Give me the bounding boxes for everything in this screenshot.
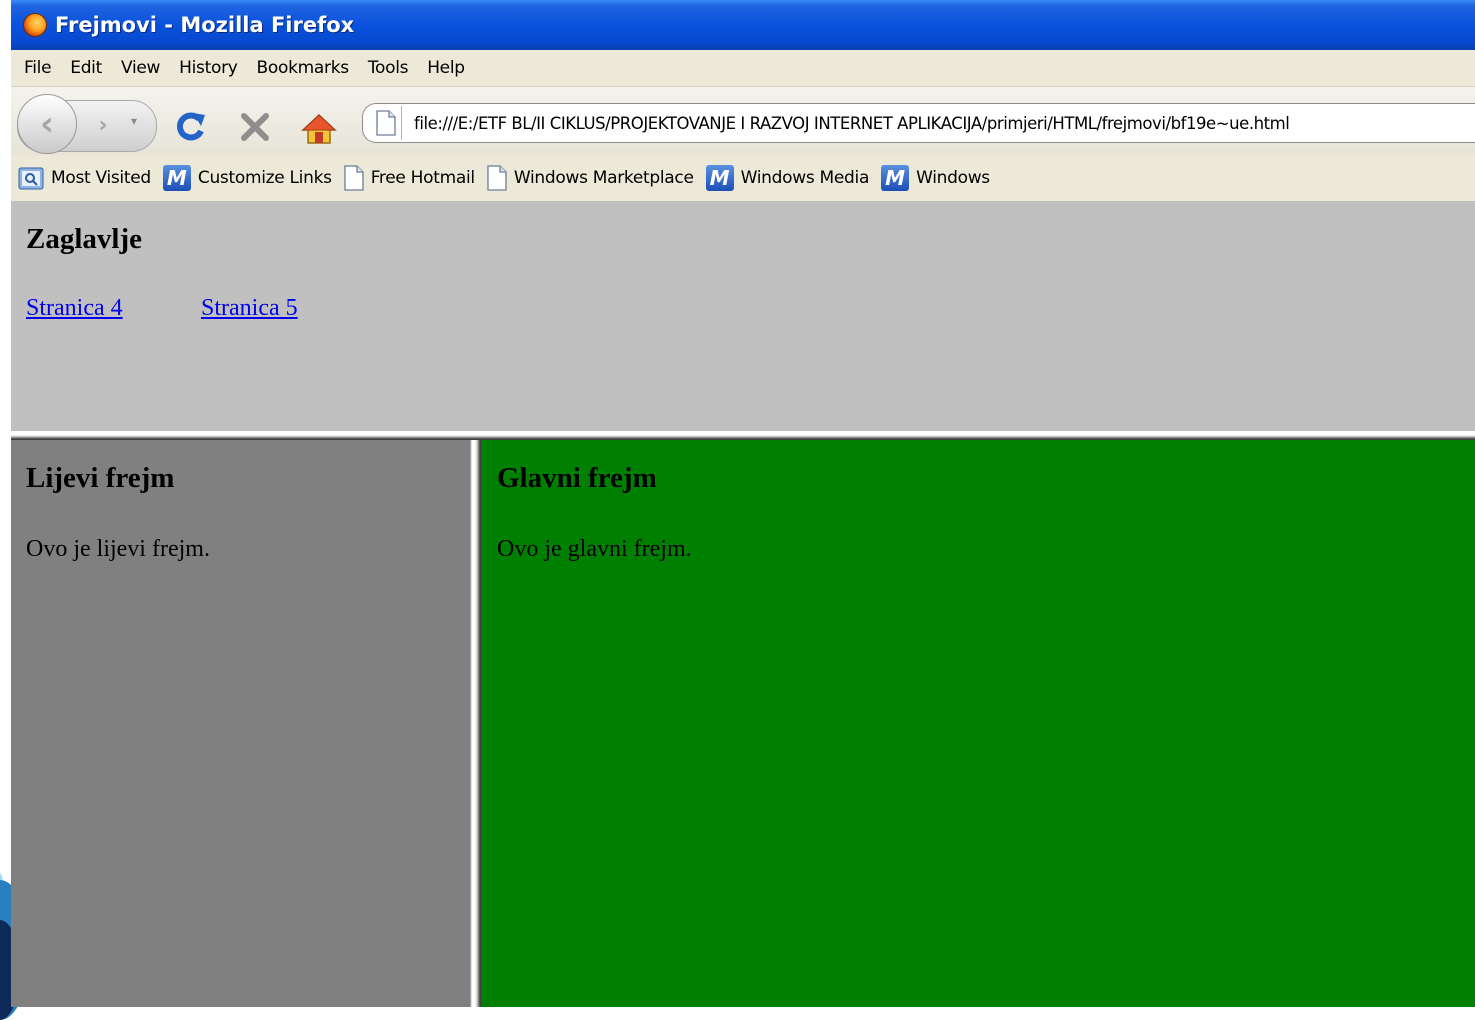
msn-icon: M (705, 165, 734, 191)
chevron-down-icon: ▾ (131, 114, 138, 128)
main-frame-text: Ovo je glavni frejm. (497, 536, 692, 562)
bookmark-label: Windows Media (740, 168, 870, 188)
page-icon (371, 106, 402, 140)
bookmark-label: Free Hotmail (370, 168, 475, 188)
most-visited-icon (18, 167, 44, 190)
bookmark-most-visited[interactable]: Most Visited (18, 165, 151, 191)
forward-arrow-icon: › (98, 112, 108, 138)
bookmark-label: Windows Marketplace (513, 168, 694, 188)
menu-bar: File Edit View History Bookmarks Tools H… (11, 50, 1475, 87)
menu-help[interactable]: Help (420, 58, 472, 78)
menu-view[interactable]: View (114, 58, 167, 78)
stop-icon (241, 113, 269, 141)
menu-file[interactable]: File (17, 58, 58, 78)
bookmark-windows[interactable]: M Windows (881, 165, 990, 191)
bookmark-windows-marketplace[interactable]: Windows Marketplace (487, 165, 694, 191)
link-stranica-4[interactable]: Stranica 4 (26, 295, 123, 322)
menu-bookmarks[interactable]: Bookmarks (250, 58, 356, 78)
reload-icon (176, 112, 205, 141)
forward-button[interactable]: › (85, 109, 121, 141)
bookmark-label: Customize Links (197, 168, 332, 188)
url-text: file:///E:/ETF BL/II CIKLUS/PROJEKTOVANJ… (414, 113, 1290, 133)
left-frame-text: Ovo je lijevi frejm. (26, 536, 210, 562)
history-dropdown-button[interactable]: ▾ (131, 114, 137, 128)
bookmark-windows-media[interactable]: M Windows Media (705, 165, 870, 191)
bookmark-label: Windows (916, 168, 990, 188)
msn-icon: M (881, 165, 910, 191)
page-content: Zaglavlje Stranica 4 Stranica 5 Lijevi f… (11, 201, 1475, 1007)
stop-button[interactable] (235, 107, 275, 147)
frame-divider-vertical[interactable] (470, 440, 481, 1007)
menu-tools[interactable]: Tools (361, 58, 415, 78)
home-icon (301, 113, 337, 144)
frame-divider-horizontal[interactable] (11, 431, 1475, 440)
bookmark-customize-links[interactable]: M Customize Links (162, 165, 332, 191)
bookmark-free-hotmail[interactable]: Free Hotmail (344, 165, 475, 191)
bookmarks-toolbar: Most Visited M Customize Links Free Hotm… (11, 155, 1475, 202)
left-frame-heading: Lijevi frejm (26, 462, 175, 494)
link-stranica-5[interactable]: Stranica 5 (201, 295, 298, 322)
main-frame: Glavni frejm Ovo je glavni frejm. (481, 440, 1475, 1007)
menu-edit[interactable]: Edit (63, 58, 109, 78)
browser-window: Frejmovi - Mozilla Firefox File Edit Vie… (11, 0, 1475, 1007)
bookmark-label: Most Visited (51, 168, 151, 188)
navigation-toolbar: ‹ › ▾ file:///E:/ETF BL/II CIKLUS/PROJEK… (11, 87, 1475, 155)
left-frame: Lijevi frejm Ovo je lijevi frejm. (11, 440, 470, 1007)
firefox-logo-icon (23, 13, 47, 37)
main-frame-heading: Glavni frejm (497, 462, 657, 494)
page-icon (344, 165, 364, 191)
header-frame: Zaglavlje Stranica 4 Stranica 5 (11, 201, 1475, 431)
reload-button[interactable] (171, 107, 211, 147)
msn-icon: M (162, 165, 191, 191)
window-title: Frejmovi - Mozilla Firefox (55, 13, 355, 37)
header-frame-heading: Zaglavlje (26, 223, 142, 255)
slide-decoration (0, 0, 30, 1020)
home-button[interactable] (299, 109, 339, 149)
address-bar[interactable]: file:///E:/ETF BL/II CIKLUS/PROJEKTOVANJ… (362, 103, 1475, 143)
menu-history[interactable]: History (172, 58, 244, 78)
page-icon (487, 165, 507, 191)
back-arrow-icon: ‹ (39, 104, 54, 144)
title-bar: Frejmovi - Mozilla Firefox (11, 0, 1475, 50)
back-button[interactable]: ‹ (17, 94, 77, 154)
